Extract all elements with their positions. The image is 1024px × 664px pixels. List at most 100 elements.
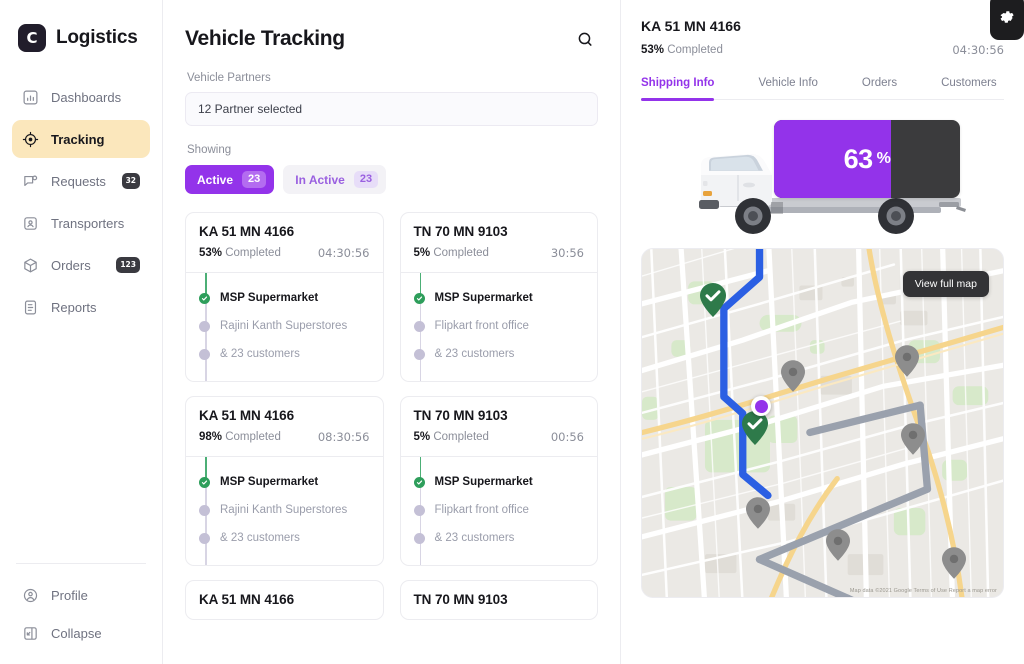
pending-dot-icon — [413, 504, 425, 516]
tab-orders[interactable]: Orders — [862, 77, 897, 99]
sidebar-badge-requests: 32 — [121, 173, 140, 189]
collapse-panel-icon — [22, 625, 39, 642]
timeline-stop: MSP Supermarket — [413, 469, 585, 495]
vehicle-card[interactable]: TN 70 MN 9103 5% Completed 00:56 MSP Sup… — [399, 396, 598, 566]
brand-name: Logistics — [56, 27, 138, 48]
pending-stop-marker[interactable] — [746, 497, 770, 529]
sidebar-item-label: Transporters — [51, 215, 125, 231]
timeline-stop-label: & 23 customers — [434, 532, 515, 544]
vehicle-card-meta: 5% Completed 30:56 — [414, 246, 585, 260]
vehicle-progress-text: 53% Completed — [199, 247, 281, 259]
detail-percent: 53% — [641, 44, 665, 56]
logo-dots — [18, 44, 46, 47]
vehicle-card[interactable]: KA 51 MN 4166 53% Completed 04:30:56 MSP… — [185, 212, 384, 382]
tab-shipping-info[interactable]: Shipping Info — [641, 77, 715, 101]
pending-stop-marker[interactable] — [826, 529, 850, 561]
timeline-stop: & 23 customers — [199, 525, 370, 551]
current-position-marker[interactable] — [751, 396, 771, 416]
timeline-stop-label: & 23 customers — [220, 348, 300, 360]
vehicle-stop-timeline: MSP Supermarket Rajini Kanth Superstores… — [186, 456, 383, 565]
vehicle-percent: 5% — [413, 431, 431, 443]
search-icon[interactable] — [572, 26, 598, 52]
vehicle-partners-select[interactable]: 12 Partner selected — [185, 92, 598, 126]
completed-stop-marker[interactable] — [742, 411, 768, 445]
check-circle-icon — [199, 476, 210, 488]
sidebar-item-label: Orders — [51, 257, 91, 273]
timeline-stop: Rajini Kanth Superstores — [199, 313, 370, 339]
vehicle-card[interactable]: TN 70 MN 9103 — [399, 580, 598, 620]
detail-plate: KA 51 MN 4166 — [641, 18, 741, 34]
sidebar-item-label: Tracking — [51, 131, 105, 147]
timeline-stop: Rajini Kanth Superstores — [199, 497, 370, 523]
vehicle-card-header: KA 51 MN 4166 53% Completed 04:30:56 — [186, 213, 383, 272]
vehicle-completed-label: Completed — [225, 247, 281, 259]
timeline-stop: Flipkart front office — [413, 497, 585, 523]
vehicle-eta: 08:30:56 — [317, 430, 370, 444]
sidebar-item-transporters[interactable]: Transporters — [12, 204, 150, 242]
vehicle-card[interactable]: KA 51 MN 4166 — [185, 580, 384, 620]
sidebar-badge-orders: 123 — [116, 257, 140, 273]
route-map[interactable]: View full map Map data ©2021 Google Term… — [641, 248, 1004, 598]
showing-label: Showing — [187, 144, 232, 156]
pending-stop-marker[interactable] — [895, 345, 919, 377]
sidebar-item-profile[interactable]: Profile — [12, 576, 150, 614]
timeline-stop: & 23 customers — [413, 341, 585, 367]
vehicle-plate: KA 51 MN 4166 — [199, 224, 294, 239]
check-circle-icon — [413, 476, 425, 488]
tab-customers[interactable]: Customers — [941, 77, 997, 99]
truck-progress-widget: 63 % — [641, 114, 1004, 242]
pending-stop-marker[interactable] — [781, 360, 805, 392]
completed-stop-marker[interactable] — [700, 283, 726, 317]
filter-active-label: Active — [197, 172, 234, 187]
vehicle-card[interactable]: KA 51 MN 4166 98% Completed 08:30:56 MSP… — [185, 396, 384, 566]
view-full-map-button[interactable]: View full map — [902, 271, 989, 297]
panel-header: Vehicle Tracking — [185, 0, 598, 58]
pending-stop-marker[interactable] — [901, 423, 925, 455]
vehicle-card-header: TN 70 MN 9103 5% Completed 30:56 — [401, 213, 598, 272]
vehicle-list-panel: Vehicle Tracking Vehicle Partners 12 Par… — [163, 0, 621, 664]
filter-inactive[interactable]: In Active 23 — [283, 165, 387, 194]
timeline-stop: MSP Supermarket — [199, 285, 370, 311]
timeline-stop: & 23 customers — [413, 525, 585, 551]
tab-vehicle-info[interactable]: Vehicle Info — [758, 77, 817, 99]
filter-active-count: 23 — [242, 171, 267, 188]
sidebar-item-orders[interactable]: Orders 123 — [12, 246, 150, 284]
pending-dot-icon — [199, 532, 210, 544]
timeline-stop-label: Flipkart front office — [434, 320, 529, 332]
timeline-stop-label: Rajini Kanth Superstores — [220, 504, 348, 516]
sidebar-item-label: Collapse — [51, 625, 102, 641]
pending-dot-icon — [413, 348, 425, 360]
vehicle-card-grid: KA 51 MN 4166 53% Completed 04:30:56 MSP… — [185, 212, 598, 620]
vehicle-progress-text: 98% Completed — [199, 431, 281, 443]
pending-dot-icon — [413, 532, 425, 544]
pending-dot-icon — [199, 348, 210, 360]
vehicle-plate: TN 70 MN 9103 — [413, 224, 508, 239]
gear-icon[interactable] — [990, 0, 1024, 40]
timeline-stop-label: & 23 customers — [220, 532, 300, 544]
vehicle-card-meta: 98% Completed 08:30:56 — [199, 430, 370, 444]
filter-active[interactable]: Active 23 — [185, 165, 275, 194]
vehicle-plate: TN 70 MN 9103 — [413, 592, 508, 607]
document-icon — [22, 299, 39, 316]
cargo-progress-bar: 63 % — [774, 120, 960, 198]
pending-stop-marker[interactable] — [942, 547, 966, 579]
sidebar-item-dashboards[interactable]: Dashboards — [12, 78, 150, 116]
timeline-stop-label: MSP Supermarket — [220, 292, 319, 304]
map-attribution: Map data ©2021 Google Terms of Use Repor… — [849, 588, 997, 594]
brand: C Logistics — [12, 0, 150, 60]
vehicle-partners-label: Vehicle Partners — [187, 72, 271, 84]
filter-inactive-count: 23 — [353, 171, 379, 188]
timeline-stop-label: & 23 customers — [434, 348, 515, 360]
detail-completed-label: Completed — [667, 44, 723, 56]
sidebar-item-collapse[interactable]: Collapse — [12, 614, 150, 652]
page-title: Vehicle Tracking — [185, 27, 345, 50]
sidebar-item-tracking[interactable]: Tracking — [12, 120, 150, 158]
check-circle-icon — [413, 292, 425, 304]
vehicle-completed-label: Completed — [433, 431, 489, 443]
vehicle-completed-label: Completed — [225, 431, 281, 443]
vehicle-plate: KA 51 MN 4166 — [199, 592, 294, 607]
pending-dot-icon — [413, 320, 425, 332]
sidebar-item-reports[interactable]: Reports — [12, 288, 150, 326]
vehicle-card[interactable]: TN 70 MN 9103 5% Completed 30:56 MSP Sup… — [399, 212, 598, 382]
sidebar-item-requests[interactable]: Requests 32 — [12, 162, 150, 200]
